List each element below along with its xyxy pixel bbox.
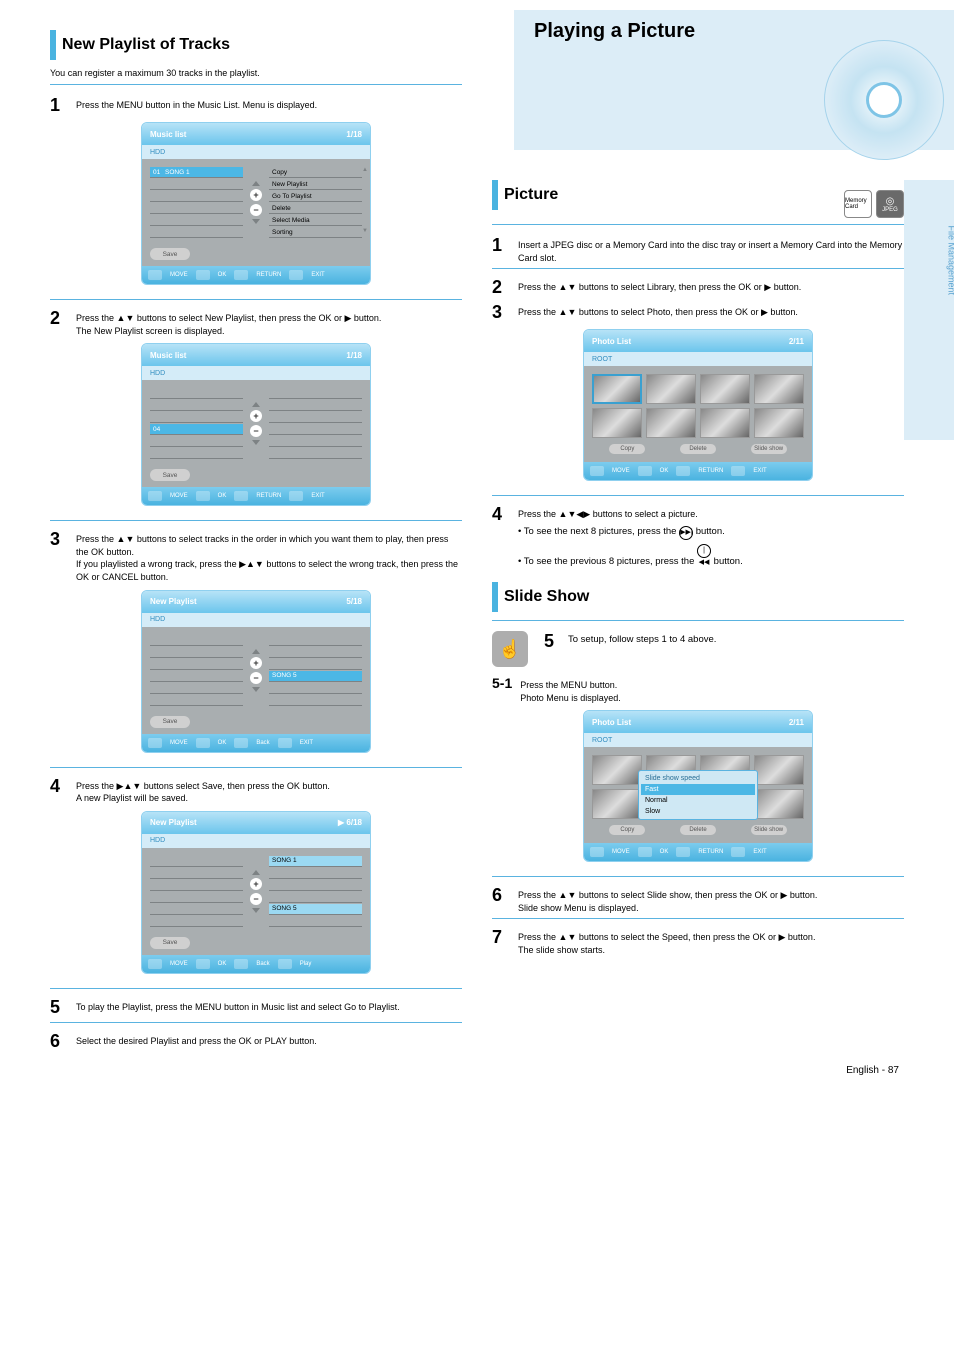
ui-count: 1/18 bbox=[346, 130, 362, 139]
step-6: 6 Select the desired Playlist and press … bbox=[50, 1031, 462, 1052]
touch-icon: ☝ bbox=[492, 631, 528, 667]
step-text: Press the MENU button in the Music List.… bbox=[76, 95, 462, 116]
ok-icon bbox=[196, 270, 210, 280]
section-heading-2: Slide Show bbox=[492, 582, 904, 612]
up-down-icon: ▲▼ bbox=[117, 313, 135, 323]
track-list: 01SONG 1 bbox=[150, 167, 243, 238]
divider bbox=[50, 299, 462, 300]
move-icon bbox=[148, 270, 162, 280]
step-2: 2 Press the ▲▼ buttons to select New Pla… bbox=[50, 308, 462, 337]
step-r3: 3 Press the ▲▼ buttons to select Photo, … bbox=[492, 302, 904, 323]
step-r1: 1 Insert a JPEG disc or a Memory Card in… bbox=[492, 235, 904, 264]
step-5: 5 To play the Playlist, press the MENU b… bbox=[50, 997, 462, 1018]
jpeg-icon: ◎JPEG bbox=[876, 190, 904, 218]
up-down-icon: ▲▼ bbox=[559, 890, 577, 900]
minus-icon: − bbox=[250, 204, 262, 216]
photo-ui-1: Photo List2/11 ROOT Copy Delete Slide sh… bbox=[583, 329, 813, 481]
side-tab bbox=[904, 180, 954, 440]
ui-screenshot-4: New Playlist▶ 6/18 HDD +− SONG 1 SONG 5 … bbox=[141, 811, 371, 974]
up-down-icon: ▲▼ bbox=[559, 282, 577, 292]
up-down-icon: ▲▼ bbox=[117, 534, 135, 544]
plus-icon: + bbox=[250, 189, 262, 201]
play-icon: ▶ bbox=[338, 818, 344, 827]
ui-screenshot-3: New Playlist5/18 HDD +− SONG 5 Save MOVE… bbox=[141, 590, 371, 753]
step-number: 1 bbox=[50, 95, 68, 116]
menu-list: Copy New Playlist Go To Playlist Delete … bbox=[269, 167, 362, 238]
page-number: English - 87 bbox=[846, 1065, 899, 1076]
up-down-icon: ▲▼ bbox=[559, 307, 577, 317]
side-label: File Management bbox=[947, 225, 954, 295]
step-5-1: 5-1 Press the MENU button. Photo Menu is… bbox=[492, 675, 904, 704]
ui-screenshot-2: Music list1/18 HDD 04 +− Save MOVE OK RE… bbox=[141, 343, 371, 506]
step-3: 3 Press the ▲▼ buttons to select tracks … bbox=[50, 529, 462, 583]
step-r4: 4 Press the ▲▼◀▶ buttons to select a pic… bbox=[492, 504, 904, 568]
save-button: Save bbox=[150, 248, 190, 260]
return-icon bbox=[234, 270, 248, 280]
right-up-down-icon: ▶▲▼ bbox=[239, 559, 264, 569]
info-callout: ☝ 5 To setup, follow steps 1 to 4 above. bbox=[492, 631, 904, 667]
skip-fwd-icon: ▶▶| bbox=[679, 526, 693, 540]
memory-card-icon: Memory Card bbox=[844, 190, 872, 218]
ui-path: HDD bbox=[150, 149, 165, 156]
heading-accent bbox=[50, 30, 56, 60]
nav-arrows-icon: ▲▼◀▶ bbox=[559, 509, 591, 519]
step-r6: 6 Press the ▲▼ buttons to select Slide s… bbox=[492, 885, 904, 914]
skip-back-icon: |◀◀ bbox=[697, 544, 711, 558]
step-r7: 7 Press the ▲▼ buttons to select the Spe… bbox=[492, 927, 904, 956]
ui-screenshot-1: Music list 1/18 HDD 01SONG 1 + − Copy New … bbox=[141, 122, 371, 285]
section-heading: New Playlist of Tracks bbox=[50, 30, 462, 60]
exit-icon bbox=[289, 270, 303, 280]
slideshow-modal: Slide show speed Fast Normal Slow bbox=[638, 770, 758, 820]
right-up-down-icon: ▶▲▼ bbox=[117, 781, 142, 791]
intro-text: You can register a maximum 30 tracks in … bbox=[50, 68, 462, 78]
step-r2: 2 Press the ▲▼ buttons to select Library… bbox=[492, 277, 904, 298]
heading-text: New Playlist of Tracks bbox=[62, 36, 230, 54]
step-number: 2 bbox=[50, 308, 68, 337]
divider bbox=[50, 84, 462, 85]
step-1: 1 Press the MENU button in the Music Lis… bbox=[50, 95, 462, 116]
section-heading: Picture bbox=[492, 180, 834, 210]
ui-title: Music list bbox=[150, 130, 186, 139]
photo-ui-2: Photo List2/11 ROOT Copy Delete Slide sh… bbox=[583, 710, 813, 862]
step-4: 4 Press the ▶▲▼ buttons select Save, the… bbox=[50, 776, 462, 805]
up-down-icon: ▲▼ bbox=[559, 932, 577, 942]
